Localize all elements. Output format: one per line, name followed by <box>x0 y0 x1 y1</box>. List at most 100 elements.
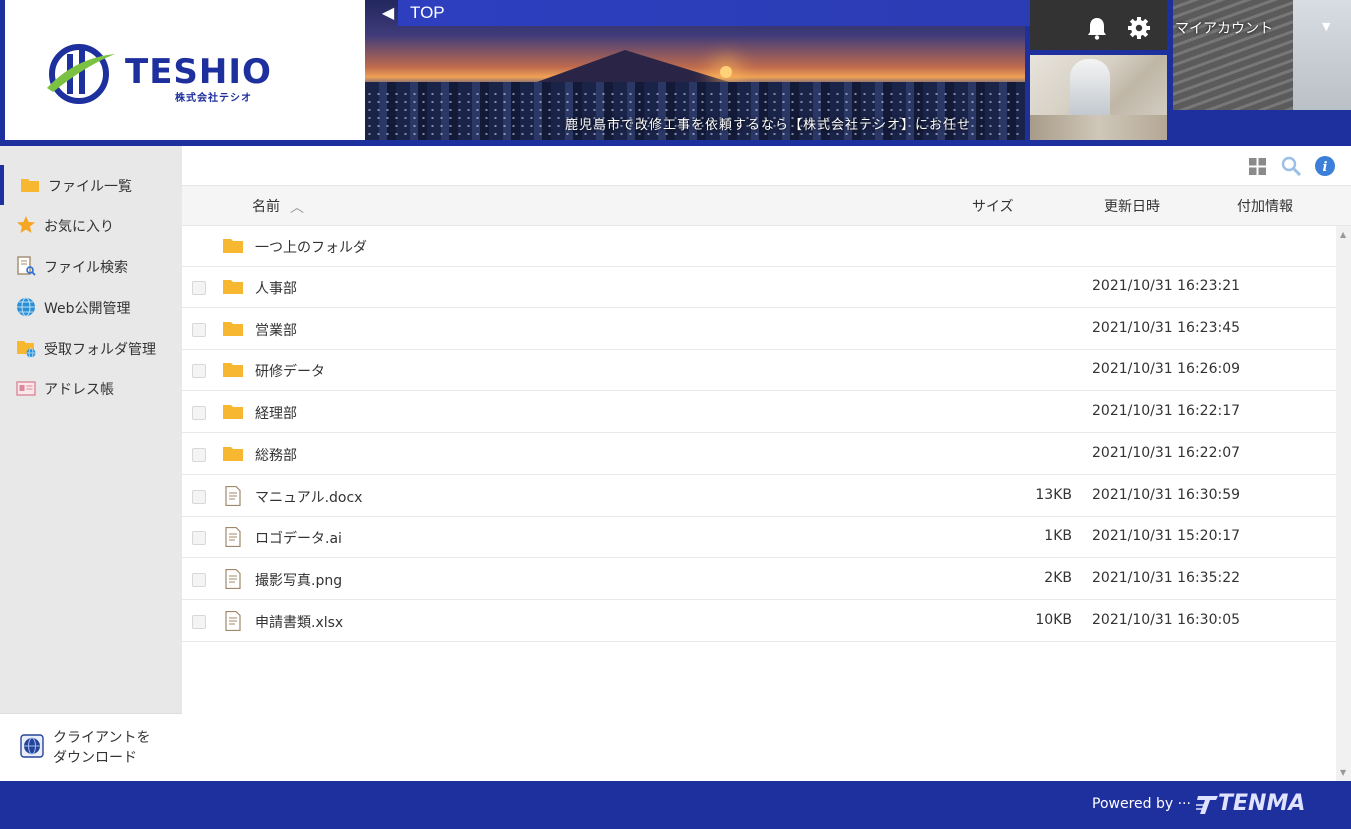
powered-by-text: Powered by ··· <box>1092 796 1191 812</box>
file-date: 2021/10/31 16:23:45 <box>1092 319 1241 336</box>
sidebar-item-label: アドレス帳 <box>44 382 114 398</box>
document-icon <box>225 485 241 506</box>
tenma-brand[interactable]: TENMA <box>1218 791 1305 816</box>
row-checkbox[interactable] <box>192 572 206 587</box>
file-date: 2021/10/31 16:35:22 <box>1092 569 1241 586</box>
sidebar-item-label: お気に入り <box>44 219 114 235</box>
table-header: 名前 ︿ サイズ 更新日時 付加情報 <box>182 186 1351 226</box>
sidebar-item-address-book[interactable]: アドレス帳 <box>0 368 182 408</box>
gear-icon[interactable] <box>1128 17 1150 39</box>
file-size: 13KB <box>1035 486 1072 503</box>
folder-icon <box>223 405 243 420</box>
row-checkbox[interactable] <box>192 489 206 504</box>
row-checkbox[interactable] <box>192 447 206 462</box>
receive-folder-icon <box>17 341 36 358</box>
file-name: 研修データ <box>255 364 325 381</box>
file-size: 10KB <box>1035 611 1072 628</box>
column-header-extra[interactable]: 付加情報 <box>1237 196 1293 216</box>
folder-icon <box>223 321 243 336</box>
document-icon <box>225 527 241 548</box>
file-name: 撮影写真.png <box>255 572 343 589</box>
file-date: 2021/10/31 16:30:59 <box>1092 486 1241 503</box>
file-date: 2021/10/31 16:26:09 <box>1092 361 1241 378</box>
row-checkbox[interactable] <box>192 614 206 629</box>
row-checkbox[interactable] <box>192 281 206 295</box>
sidebar-item-file-search[interactable]: ファイル検索 <box>0 246 182 286</box>
tenma-logo-icon <box>1196 796 1218 814</box>
header-photo-roof-work <box>1173 0 1351 110</box>
bell-icon[interactable] <box>1086 16 1108 40</box>
chevron-down-icon[interactable]: ▼ <box>1322 20 1330 33</box>
folder-icon <box>223 446 243 461</box>
folder-icon <box>21 179 39 192</box>
download-client-button[interactable]: クライアントを ダウンロード <box>0 713 182 781</box>
sidebar-item-web-publish[interactable]: Web公開管理 <box>0 287 182 327</box>
file-date: 2021/10/31 15:20:17 <box>1092 528 1241 545</box>
header-photo-floor-work <box>1030 55 1167 140</box>
table-row[interactable]: マニュアル.docx 13KB 2021/10/31 16:30:59 <box>182 475 1336 517</box>
row-checkbox[interactable] <box>192 406 206 421</box>
grid-view-icon[interactable] <box>1249 158 1266 175</box>
file-name: 申請書類.xlsx <box>255 614 344 631</box>
file-size: 1KB <box>1044 528 1072 545</box>
file-search-icon <box>17 256 36 276</box>
file-name: 総務部 <box>255 447 297 464</box>
footer: Powered by ··· TENMA <box>0 781 1351 829</box>
sidebar-item-label: ファイル一覧 <box>48 179 132 195</box>
file-date: 2021/10/31 16:23:21 <box>1092 278 1241 294</box>
search-icon[interactable] <box>1281 156 1301 176</box>
download-label-line2: ダウンロード <box>53 750 137 766</box>
sidebar-item-file-list[interactable]: ファイル一覧 <box>0 165 182 205</box>
parent-folder-row[interactable]: 一つ上のフォルダ <box>182 226 1336 267</box>
file-date: 2021/10/31 16:22:07 <box>1092 444 1241 461</box>
breadcrumb-prev-arrow-icon[interactable]: ◀ <box>378 2 398 24</box>
file-toolbar <box>182 146 1351 186</box>
file-name: 経理部 <box>255 406 297 423</box>
teshio-logo-icon <box>47 44 115 104</box>
svg-text:i: i <box>1323 160 1328 175</box>
file-name: 営業部 <box>255 322 297 339</box>
sidebar-item-receive-folder[interactable]: 受取フォルダ管理 <box>0 328 182 368</box>
my-account-menu[interactable]: マイアカウント <box>1175 18 1273 38</box>
file-date: 2021/10/31 16:22:17 <box>1092 403 1241 420</box>
scroll-down-arrow-icon[interactable]: ▼ <box>1340 768 1346 777</box>
breadcrumb[interactable]: TOP <box>410 3 445 23</box>
file-size: 2KB <box>1044 569 1072 586</box>
table-row[interactable]: 営業部 2021/10/31 16:23:45 <box>182 308 1336 350</box>
breadcrumb-bar <box>398 0 1041 26</box>
table-row[interactable]: 研修データ 2021/10/31 16:26:09 <box>182 350 1336 392</box>
row-checkbox[interactable] <box>192 322 206 337</box>
table-row[interactable]: ロゴデータ.ai 1KB 2021/10/31 15:20:17 <box>182 517 1336 559</box>
column-header-size[interactable]: サイズ <box>972 196 1014 216</box>
table-row[interactable]: 総務部 2021/10/31 16:22:07 <box>182 433 1336 475</box>
document-icon <box>225 568 241 589</box>
column-header-name[interactable]: 名前 <box>252 196 280 216</box>
info-icon[interactable]: i <box>1315 156 1335 176</box>
table-row[interactable]: 申請書類.xlsx 10KB 2021/10/31 16:30:05 <box>182 600 1336 642</box>
sort-ascending-icon[interactable]: ︿ <box>290 197 304 217</box>
sidebar-item-label: ファイル検索 <box>44 260 128 276</box>
file-date: 2021/10/31 16:30:05 <box>1092 611 1241 628</box>
table-row[interactable]: 経理部 2021/10/31 16:22:17 <box>182 392 1336 434</box>
row-checkbox[interactable] <box>192 364 206 379</box>
row-checkbox[interactable] <box>192 531 206 546</box>
company-logo[interactable]: TESHIO 株式会社テシオ <box>5 0 365 140</box>
logo-text: TESHIO <box>125 52 272 92</box>
scroll-up-arrow-icon[interactable]: ▲ <box>1340 230 1346 239</box>
star-icon <box>17 216 35 233</box>
file-name: 人事部 <box>255 281 297 297</box>
download-client-icon <box>20 734 44 758</box>
column-header-updated[interactable]: 更新日時 <box>1104 196 1160 216</box>
folder-icon <box>223 239 243 253</box>
logo-subtext: 株式会社テシオ <box>175 93 252 104</box>
table-row[interactable]: 撮影写真.png 2KB 2021/10/31 16:35:22 <box>182 558 1336 600</box>
sidebar-item-favorites[interactable]: お気に入り <box>0 205 182 245</box>
document-icon <box>225 610 241 631</box>
sidebar-item-label: 受取フォルダ管理 <box>44 342 156 358</box>
vertical-scrollbar[interactable]: ▲ ▼ <box>1336 226 1351 781</box>
table-row[interactable]: 人事部 2021/10/31 16:23:21 <box>182 267 1336 308</box>
banner-caption: 鹿児島市で改修工事を依頼するなら【株式会社テシオ】にお任せ <box>565 118 972 133</box>
folder-icon <box>223 363 243 378</box>
file-name: ロゴデータ.ai <box>255 531 342 548</box>
download-label-line1: クライアントを <box>53 730 151 746</box>
